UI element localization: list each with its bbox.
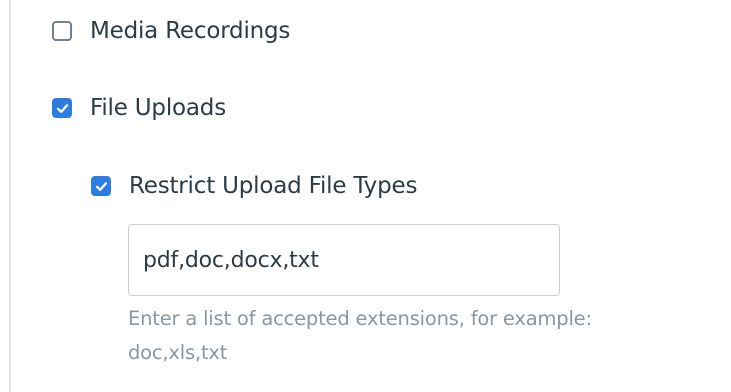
- restrict-file-types-checkbox[interactable]: [91, 176, 111, 196]
- file-uploads-label: File Uploads: [90, 95, 226, 121]
- allowed-extensions-input[interactable]: [128, 224, 560, 296]
- media-recordings-checkbox[interactable]: [52, 21, 72, 41]
- allowed-extensions-hint: Enter a list of accepted extensions, for…: [128, 307, 592, 364]
- checkmark-icon: [95, 181, 107, 191]
- restrict-file-types-option[interactable]: Restrict Upload File Types: [91, 173, 417, 199]
- media-recordings-label: Media Recordings: [90, 18, 291, 44]
- file-uploads-option[interactable]: File Uploads: [52, 95, 226, 121]
- section-divider: [9, 0, 11, 392]
- file-uploads-checkbox[interactable]: [52, 98, 72, 118]
- restrict-file-types-label: Restrict Upload File Types: [129, 173, 418, 199]
- media-recordings-option[interactable]: Media Recordings: [52, 18, 290, 44]
- checkmark-icon: [56, 103, 68, 113]
